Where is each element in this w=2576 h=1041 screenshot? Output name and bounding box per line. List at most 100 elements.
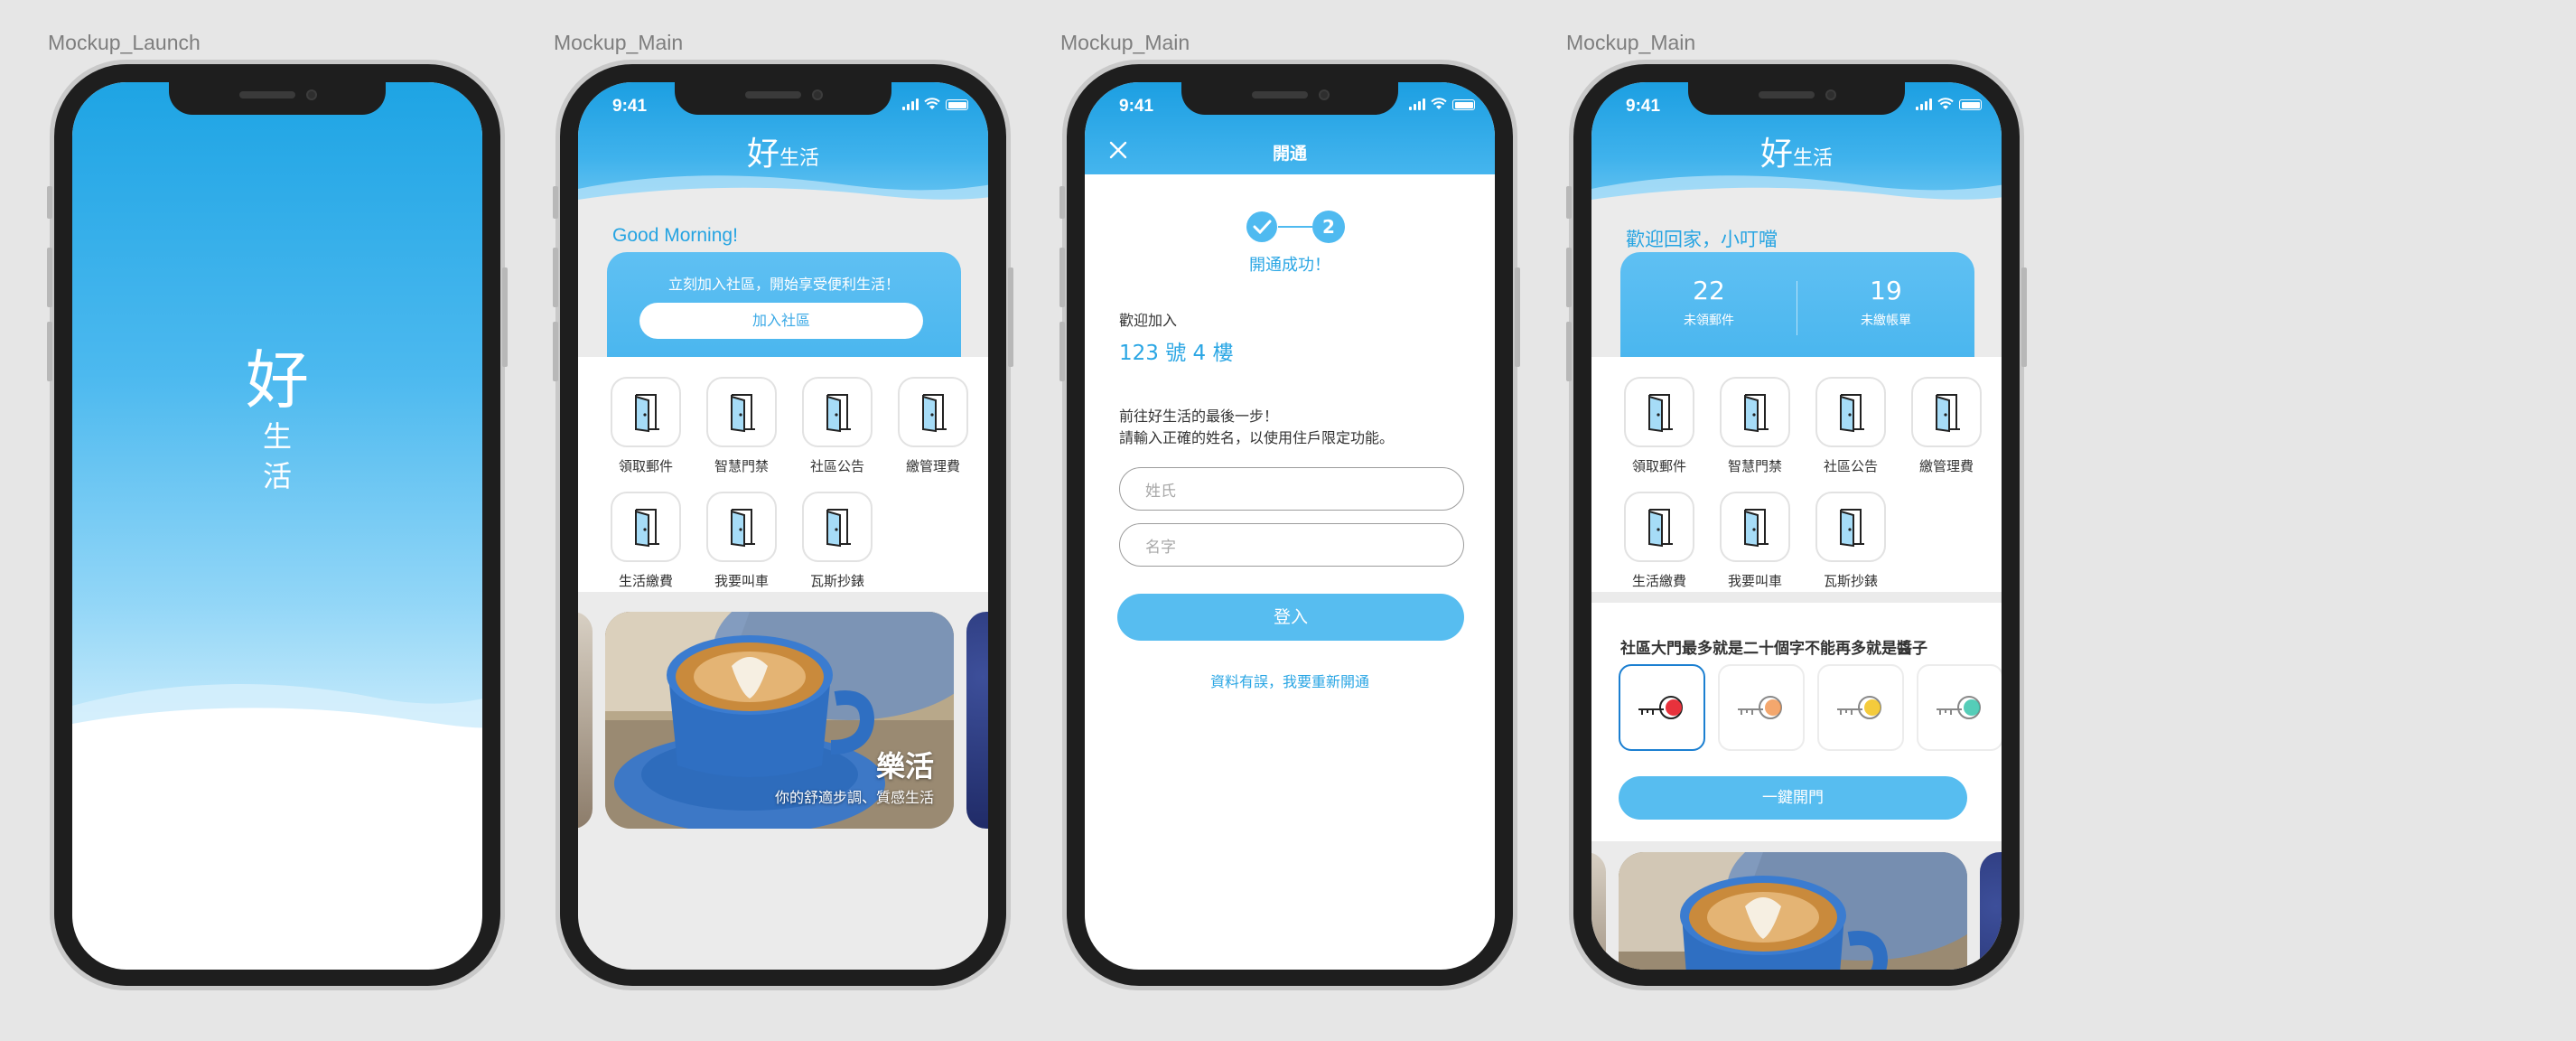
feature-management-fee[interactable]: 繳管理費: [885, 377, 981, 475]
banner-prev-peek[interactable]: [578, 612, 593, 829]
feature-bill-pay[interactable]: 生活繳費: [598, 492, 694, 590]
banner-card[interactable]: [1619, 852, 1967, 970]
battery-icon: [1452, 99, 1475, 110]
phone-main-guest: 9:41 好生活 Good Morning! 立刻加入社區，開始享受便利生活！ …: [553, 60, 1013, 990]
door-icon: [1720, 377, 1790, 447]
key-icon: [1937, 696, 1981, 719]
welcome-label: 歡迎加入: [1119, 312, 1178, 329]
feature-label: 領取郵件: [1631, 458, 1686, 474]
feature-grid: 領取郵件 智慧門禁 社區公告 繳管理費 生活繳費 我要叫車 瓦斯抄錶: [598, 377, 988, 590]
door-icon: [802, 492, 873, 562]
wifi-icon: [924, 98, 940, 109]
feature-announcement[interactable]: 社區公告: [1803, 377, 1899, 475]
phone-activation: 9:41 開通 2 開通成功！ 歡迎加入 123 號 4 樓 前往好生活的最後一…: [1059, 60, 1520, 990]
firstname-input[interactable]: 名字: [1119, 523, 1464, 567]
key-option-4[interactable]: [1917, 664, 2002, 751]
feature-label: 瓦斯抄錶: [809, 573, 864, 589]
step-indicator: 2: [1246, 211, 1345, 243]
main-member-screen: 9:41 好生活 歡迎回家，小叮噹 22 未領郵件 19 未繳帳單 領取郵件 智…: [1591, 82, 2002, 970]
key-icon: [1837, 696, 1881, 719]
feature-mail[interactable]: 領取郵件: [598, 377, 694, 475]
feature-label: 社區公告: [1823, 458, 1878, 474]
battery-icon: [1959, 99, 1982, 110]
banner-subtitle: 你的舒適步調、質感生活: [774, 789, 934, 806]
feature-label: 瓦斯抄錶: [1823, 573, 1878, 589]
feature-grid: 領取郵件 智慧門禁 社區公告 繳管理費 生活繳費 我要叫車 瓦斯抄錶: [1611, 377, 2002, 590]
battery-icon: [946, 99, 968, 110]
banner-card[interactable]: 樂活 你的舒適步調、質感生活: [605, 612, 954, 829]
frame-label-launch: Mockup_Launch: [48, 31, 201, 54]
stat-label: 未領郵件: [1684, 314, 1734, 328]
feature-label: 智慧門禁: [714, 458, 769, 474]
frame-label-main-member: Mockup_Main: [1566, 31, 1696, 54]
check-icon: [1246, 211, 1277, 242]
key-option-1[interactable]: [1619, 664, 1705, 751]
feature-label: 生活繳費: [618, 573, 673, 589]
banner-prev-peek[interactable]: [1591, 852, 1606, 970]
gate-title: 社區大門最多就是二十個字不能再多就是醬子: [1620, 640, 1927, 658]
feature-label: 生活繳費: [1631, 573, 1686, 589]
greeting-text: Good Morning!: [612, 225, 738, 246]
banner-next-peek[interactable]: [966, 612, 988, 829]
frame-label-main-guest: Mockup_Main: [554, 31, 684, 54]
feature-call-taxi[interactable]: 我要叫車: [694, 492, 789, 590]
feature-management-fee[interactable]: 繳管理費: [1899, 377, 1994, 475]
step-2-badge: 2: [1312, 211, 1345, 243]
instruction-line-1: 前往好生活的最後一步！: [1119, 408, 1279, 425]
door-icon: [1624, 377, 1694, 447]
activation-screen: 9:41 開通 2 開通成功！ 歡迎加入 123 號 4 樓 前往好生活的最後一…: [1085, 82, 1495, 970]
door-icon: [898, 377, 968, 447]
key-icon: [1738, 696, 1782, 719]
feature-gas-meter[interactable]: 瓦斯抄錶: [1803, 492, 1899, 590]
join-community-button[interactable]: 加入社區: [639, 303, 923, 339]
main-guest-screen: 9:41 好生活 Good Morning! 立刻加入社區，開始享受便利生活！ …: [578, 82, 988, 970]
door-icon: [1911, 377, 1982, 447]
reactivate-link[interactable]: 資料有誤，我要重新開通: [1085, 670, 1495, 691]
key-option-2[interactable]: [1718, 664, 1805, 751]
key-option-3[interactable]: [1817, 664, 1904, 751]
frame-label-activation: Mockup_Main: [1060, 31, 1190, 54]
feature-gas-meter[interactable]: 瓦斯抄錶: [789, 492, 885, 590]
door-icon: [802, 377, 873, 447]
one-click-open-button[interactable]: 一鍵開門: [1619, 776, 1967, 820]
door-icon: [611, 492, 681, 562]
banner-next-peek[interactable]: [1980, 852, 2002, 970]
banner-title: 樂活: [875, 749, 934, 783]
door-icon: [1815, 377, 1886, 447]
feature-smart-gate[interactable]: 智慧門禁: [1707, 377, 1803, 475]
feature-announcement[interactable]: 社區公告: [789, 377, 885, 475]
signal-icon: [1409, 98, 1425, 110]
phone-main-member: 9:41 好生活 歡迎回家，小叮噹 22 未領郵件 19 未繳帳單 領取郵件 智…: [1566, 60, 2027, 990]
door-icon: [1815, 492, 1886, 562]
wifi-icon: [1937, 98, 1954, 109]
instruction-line-2: 請輸入正確的姓名，以使用住戶限定功能。: [1119, 429, 1395, 446]
door-icon: [706, 377, 777, 447]
feature-label: 社區公告: [809, 458, 864, 474]
app-logo-sub: 生活: [1793, 147, 1834, 170]
feature-call-taxi[interactable]: 我要叫車: [1707, 492, 1803, 590]
feature-label: 我要叫車: [1727, 573, 1782, 589]
key-color-dot: [1666, 699, 1682, 716]
status-time: 9:41: [1626, 97, 1661, 116]
address-text: 123 號 4 樓: [1119, 342, 1234, 365]
door-icon: [1624, 492, 1694, 562]
launch-wave: [72, 684, 482, 769]
feature-bill-pay[interactable]: 生活繳費: [1611, 492, 1707, 590]
phone-launch: 好 生 活: [47, 60, 508, 990]
signal-icon: [902, 98, 919, 110]
feature-smart-gate[interactable]: 智慧門禁: [694, 377, 789, 475]
stat-unclaimed-mail[interactable]: 22 未領郵件: [1620, 276, 1797, 329]
app-logo: 好生活: [578, 127, 988, 174]
success-text: 開通成功！: [1249, 256, 1330, 275]
lastname-input[interactable]: 姓氏: [1119, 467, 1464, 511]
stat-unpaid-bills[interactable]: 19 未繳帳單: [1797, 276, 1974, 329]
wifi-icon: [1431, 98, 1447, 109]
login-button[interactable]: 登入: [1117, 594, 1464, 641]
feature-label: 繳管理費: [905, 458, 960, 474]
status-time: 9:41: [612, 97, 648, 116]
feature-mail[interactable]: 領取郵件: [1611, 377, 1707, 475]
app-logo-main: 好: [1759, 136, 1793, 173]
door-icon: [611, 377, 681, 447]
feature-label: 繳管理費: [1918, 458, 1974, 474]
app-logo: 好生活: [1591, 127, 2002, 174]
